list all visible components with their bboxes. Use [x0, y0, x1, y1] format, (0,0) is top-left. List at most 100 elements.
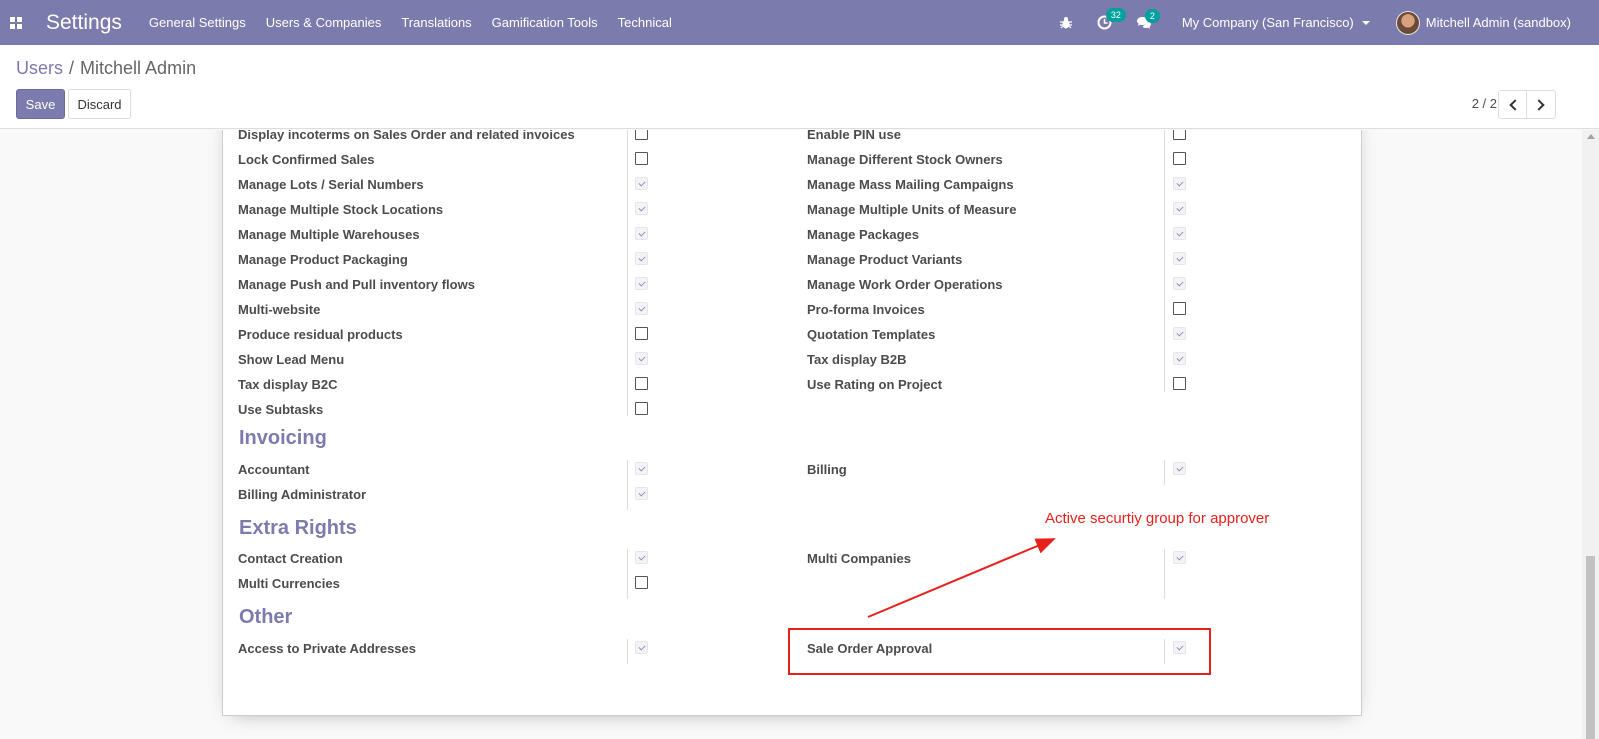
group-label: Enable PIN use: [807, 130, 901, 142]
breadcrumb-users[interactable]: Users: [16, 58, 63, 78]
group-label: Manage Different Stock Owners: [807, 152, 1003, 167]
section-title-other: Other: [239, 606, 293, 628]
group-label: Tax display B2C: [238, 377, 338, 392]
group-label: Manage Multiple Units of Measure: [807, 202, 1017, 217]
group-checkbox[interactable]: [635, 576, 648, 589]
menu-general-settings[interactable]: General Settings: [149, 15, 246, 30]
group-label: Multi-website: [238, 302, 321, 317]
section-title-invoicing: Invoicing: [239, 427, 327, 449]
column-divider: [627, 460, 628, 510]
group-label: Multi Companies: [807, 551, 912, 566]
column-divider: [1164, 460, 1165, 485]
group-checkbox[interactable]: [1173, 227, 1186, 240]
group-label: Pro-forma Invoices: [807, 302, 925, 317]
group-label: Manage Product Variants: [807, 252, 963, 267]
group-label: Manage Packages: [807, 227, 920, 242]
column-divider: [1164, 130, 1165, 392]
group-label: Use Rating on Project: [807, 377, 943, 392]
group-label: Accountant: [238, 462, 310, 477]
avatar: [1395, 10, 1420, 35]
group-checkbox[interactable]: [1173, 327, 1186, 340]
debug-bug-icon[interactable]: [1059, 16, 1073, 30]
group-label: Lock Confirmed Sales: [238, 152, 375, 167]
messages-count-badge: 2: [1144, 8, 1160, 23]
app-title[interactable]: Settings: [46, 11, 122, 35]
group-checkbox[interactable]: [635, 152, 648, 165]
group-label: Manage Product Packaging: [238, 252, 408, 267]
group-checkbox[interactable]: [635, 227, 648, 240]
save-button[interactable]: Save: [16, 89, 65, 119]
group-checkbox[interactable]: [1173, 277, 1186, 290]
scrollbar-thumb[interactable]: [1586, 556, 1595, 739]
form-content: Display incoterms on Sales Order and rel…: [0, 130, 1599, 739]
column-divider: [627, 130, 628, 416]
top-navbar: Settings General Settings Users & Compan…: [0, 0, 1599, 45]
vertical-scrollbar[interactable]: [1582, 130, 1599, 739]
group-checkbox[interactable]: [635, 302, 648, 315]
group-label: Access to Private Addresses: [238, 641, 417, 656]
group-checkbox[interactable]: [635, 177, 648, 190]
section-title-extra-rights: Extra Rights: [239, 517, 357, 539]
group-label: Manage Multiple Stock Locations: [238, 202, 444, 217]
company-switcher[interactable]: My Company (San Francisco): [1182, 15, 1370, 30]
group-checkbox[interactable]: [635, 202, 648, 215]
column-divider: [1164, 549, 1165, 599]
group-checkbox[interactable]: [635, 252, 648, 265]
group-checkbox[interactable]: [1173, 551, 1186, 564]
group-label: Manage Mass Mailing Campaigns: [807, 177, 1014, 192]
group-checkbox[interactable]: [1173, 462, 1186, 475]
group-checkbox[interactable]: [1173, 352, 1186, 365]
group-checkbox[interactable]: [635, 130, 648, 140]
menu-gamification-tools[interactable]: Gamification Tools: [492, 15, 598, 30]
activity-count-badge: 32: [1105, 8, 1126, 22]
breadcrumb-current: Mitchell Admin: [80, 58, 197, 78]
messages-chat-icon[interactable]: 2: [1136, 8, 1160, 30]
group-label: Manage Work Order Operations: [807, 277, 1003, 292]
user-menu[interactable]: Mitchell Admin (sandbox): [1395, 10, 1571, 35]
company-name: My Company (San Francisco): [1181, 15, 1354, 30]
pager-value[interactable]: 2 / 2: [1472, 96, 1497, 111]
discard-button[interactable]: Discard: [68, 89, 131, 119]
user-name: Mitchell Admin (sandbox): [1425, 15, 1571, 30]
column-divider: [627, 549, 628, 599]
group-checkbox[interactable]: [635, 462, 648, 475]
group-checkbox[interactable]: [635, 377, 648, 390]
group-checkbox[interactable]: [635, 277, 648, 290]
group-label: Manage Push and Pull inventory flows: [238, 277, 475, 292]
group-label: Use Subtasks: [238, 402, 324, 417]
group-checkbox[interactable]: [1173, 377, 1186, 390]
group-checkbox[interactable]: [635, 641, 648, 654]
group-label: Quotation Templates: [807, 327, 936, 342]
group-checkbox[interactable]: [635, 551, 648, 564]
control-panel: Users / Mitchell Admin Save Discard 2 / 2: [0, 45, 1599, 129]
annotation-highlight-box: [788, 628, 1211, 675]
group-label: Tax display B2B: [807, 352, 907, 367]
group-label: Display incoterms on Sales Order and rel…: [238, 130, 575, 142]
group-label: Produce residual products: [238, 327, 403, 342]
breadcrumb: Users / Mitchell Admin: [16, 58, 196, 79]
menu-users-companies[interactable]: Users & Companies: [266, 15, 382, 30]
group-checkbox[interactable]: [1173, 152, 1186, 165]
group-checkbox[interactable]: [635, 402, 648, 415]
group-checkbox[interactable]: [1173, 130, 1186, 140]
menu-technical[interactable]: Technical: [618, 15, 672, 30]
group-label: Contact Creation: [238, 551, 343, 566]
pager-next-button[interactable]: [1527, 90, 1556, 119]
apps-menu-icon[interactable]: [0, 0, 32, 45]
group-checkbox[interactable]: [635, 487, 648, 500]
group-checkbox[interactable]: [635, 352, 648, 365]
group-checkbox[interactable]: [1173, 302, 1186, 315]
chevron-right-icon: [1533, 98, 1545, 111]
menu-translations[interactable]: Translations: [401, 15, 471, 30]
pager-previous-button[interactable]: [1498, 90, 1527, 119]
group-checkbox[interactable]: [635, 327, 648, 340]
breadcrumb-separator: /: [69, 58, 75, 78]
group-label: Billing Administrator: [238, 487, 367, 502]
group-checkbox[interactable]: [1173, 202, 1186, 215]
scroll-up-icon[interactable]: [1587, 134, 1595, 139]
group-checkbox[interactable]: [1173, 177, 1186, 190]
activity-clock-icon[interactable]: 32: [1097, 8, 1126, 30]
group-checkbox[interactable]: [1173, 252, 1186, 265]
chevron-left-icon: [1508, 98, 1521, 111]
group-label: Manage Multiple Warehouses: [238, 227, 420, 242]
